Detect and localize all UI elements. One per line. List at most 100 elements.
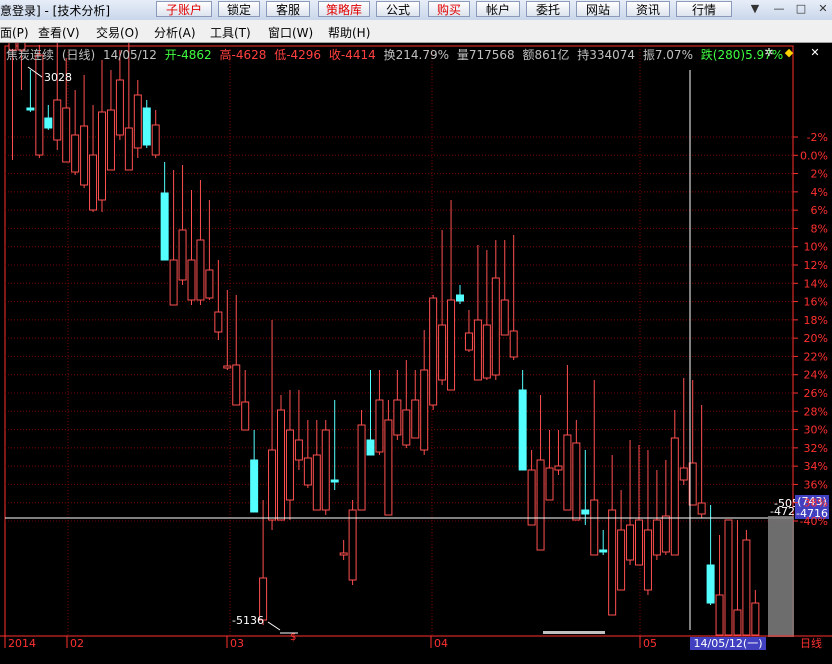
dropdown-icon[interactable]: ▼: [748, 2, 762, 16]
info-turnover: 换214.79%: [383, 48, 449, 62]
toolbar-button[interactable]: 购买: [428, 1, 470, 17]
menu-view[interactable]: 查看(V): [38, 24, 80, 41]
candle-body: [491, 277, 500, 376]
menu-page[interactable]: 面(P): [0, 24, 29, 41]
candle-body: [447, 299, 456, 391]
candle-body: [545, 467, 554, 501]
candle-body: [420, 369, 429, 451]
candle-body: [590, 499, 599, 556]
x-tick-label: 02: [70, 637, 84, 650]
candle-body: [339, 552, 348, 556]
y-tick-label: 34%: [804, 460, 828, 473]
candle-body: [124, 127, 133, 171]
cursor-date-label: 14/05/12(一): [694, 637, 763, 650]
y-tick-label: 2%: [811, 168, 828, 181]
candle-body: [697, 502, 706, 515]
toolbar-button[interactable]: 公式: [376, 1, 420, 17]
y-tick-label: 26%: [804, 387, 828, 400]
candle-body: [98, 111, 106, 201]
y-tick-label: 24%: [804, 369, 828, 382]
candle-body: [160, 192, 169, 261]
candle-body: [187, 259, 196, 301]
candle-body: [679, 467, 688, 481]
instrument-name: 焦炭连续: [6, 48, 55, 62]
candle-body: [670, 437, 679, 556]
tag-icon[interactable]: ◆: [780, 46, 798, 60]
y-tick-label: 8%: [811, 222, 828, 235]
candle-body: [232, 364, 241, 406]
candle-body: [250, 459, 259, 513]
y-tick-label: 30%: [804, 424, 828, 437]
menu-help[interactable]: 帮助(H): [328, 24, 370, 41]
y-tick-label: -40%: [800, 515, 828, 528]
toolbar-button[interactable]: 子账户: [156, 1, 212, 17]
y-tick-label: -2%: [807, 131, 828, 144]
candle-body: [635, 519, 643, 566]
close-icon[interactable]: ✕: [808, 46, 822, 60]
bottom-price-label: -5136: [232, 614, 264, 627]
maximize-icon[interactable]: □: [794, 2, 808, 16]
info-amount: 额861亿: [522, 48, 570, 62]
toolbar-button[interactable]: 委托: [526, 1, 570, 17]
candle-body: [357, 424, 366, 511]
menu-analysis[interactable]: 分析(A): [154, 24, 196, 41]
candle-body: [599, 549, 608, 553]
y-tick-label: 10%: [804, 241, 828, 254]
selection-box: [768, 516, 794, 637]
menu-trade[interactable]: 交易(O): [96, 24, 139, 41]
menu-window[interactable]: 窗口(W): [268, 24, 313, 41]
info-date: 14/05/12: [103, 48, 157, 62]
candle-body: [26, 107, 35, 111]
candle-body: [742, 539, 751, 636]
info-line: 焦炭连续 (日线) 14/05/12 开-4862 高-4628 低-4296 …: [6, 46, 787, 63]
candle-body: [733, 609, 742, 636]
y-tick-label: 38%: [804, 497, 828, 510]
x-tick-label: 04: [434, 637, 448, 650]
toolbar-button[interactable]: 策略库: [318, 1, 370, 17]
candle-body: [581, 509, 590, 515]
y-tick-label: 36%: [804, 478, 828, 491]
cursor-price-b: -472: [770, 505, 795, 518]
candle-body: [482, 324, 491, 379]
candle-body: [205, 269, 214, 299]
title-bar: 意登录] - [技术分析] 子账户 锁定 客服 策略库 公式 购买 帐户 委托 网站 资讯 行情 ▼…: [0, 0, 832, 21]
kline-chart[interactable]: 3028-5136$-505-472(743)-4716 -2%0.0%2%4%…: [0, 43, 832, 664]
candle-body: [223, 365, 232, 369]
candle-body: [375, 399, 384, 453]
scroll-thumb: [543, 631, 605, 634]
candle-body: [393, 399, 402, 436]
candle-body: [661, 515, 670, 553]
candle-body: [402, 409, 411, 446]
minimize-icon[interactable]: —: [772, 2, 786, 16]
toolbar-button[interactable]: 资讯: [626, 1, 670, 17]
candle-body: [438, 324, 447, 381]
candle-body: [89, 154, 98, 211]
candle-body: [411, 399, 420, 439]
toolbar-button[interactable]: 锁定: [218, 1, 260, 17]
candle-body: [35, 54, 44, 156]
candle-body: [169, 259, 178, 306]
candle-body: [429, 297, 438, 406]
candle-body: [321, 429, 330, 511]
candle-body: [509, 330, 518, 358]
window-title: 意登录] - [技术分析]: [0, 4, 111, 18]
candle-body: [348, 509, 357, 581]
menu-tools[interactable]: 工具(T): [210, 24, 251, 41]
toolbar-button[interactable]: 网站: [576, 1, 620, 17]
candle-body: [133, 94, 142, 149]
settings-icon[interactable]: ✲: [762, 46, 776, 60]
info-low: 低-4296: [274, 48, 322, 62]
y-tick-label: 20%: [804, 332, 828, 345]
candle-body: [384, 419, 393, 516]
candle-body: [652, 519, 661, 556]
info-high: 高-4628: [219, 48, 267, 62]
y-tick-label: 18%: [804, 314, 828, 327]
candle-body: [617, 529, 626, 591]
toolbar-button[interactable]: 帐户: [476, 1, 520, 17]
candle-body: [294, 439, 303, 461]
toolbar-button[interactable]: 客服: [266, 1, 310, 17]
candle-body: [706, 564, 715, 604]
toolbar-button[interactable]: 行情: [676, 1, 732, 17]
info-volume: 量717568: [456, 48, 515, 62]
close-icon[interactable]: ✕: [816, 2, 830, 16]
